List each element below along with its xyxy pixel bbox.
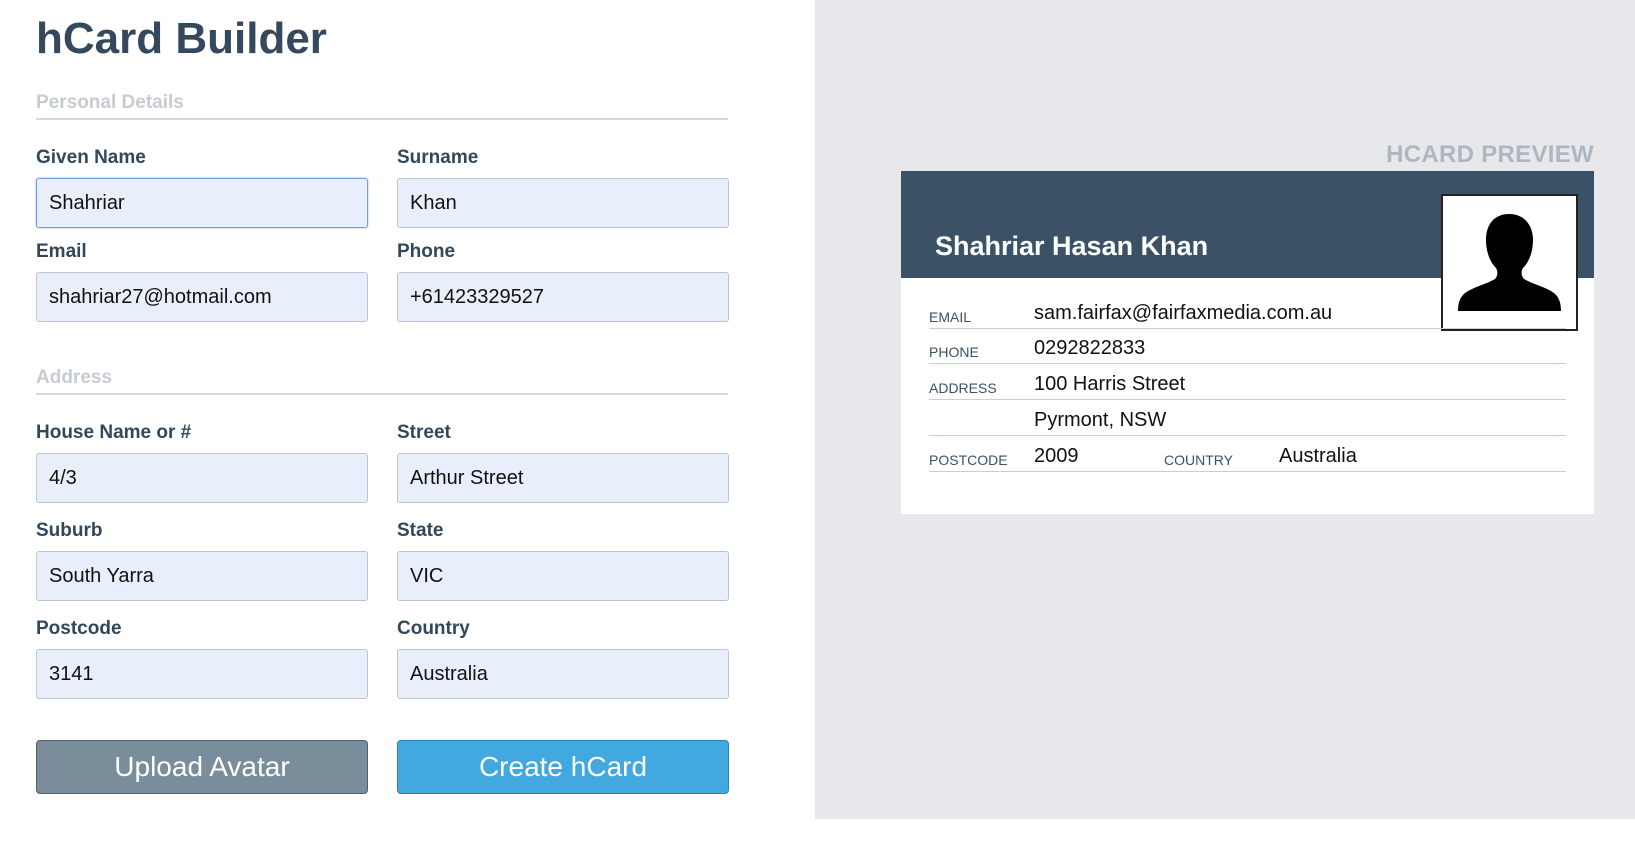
hcard: Shahriar Hasan Khan EMAIL sam.fairfax@fa… (901, 171, 1594, 514)
section-personal-details: Personal Details (36, 92, 728, 120)
postcode-input[interactable] (36, 649, 368, 699)
hcard-postcode-value: 2009 (1034, 445, 1079, 467)
hcard-phone-row: PHONE 0292822833 (929, 328, 1566, 364)
phone-group: Phone (397, 240, 729, 322)
hcard-phone-value: 0292822833 (1034, 337, 1146, 359)
hcard-full-name: Shahriar Hasan Khan (935, 231, 1209, 261)
given-name-label: Given Name (36, 147, 146, 168)
upload-avatar-button[interactable]: Upload Avatar (36, 740, 368, 794)
hcard-email-value: sam.fairfax@fairfaxmedia.com.au (1034, 302, 1333, 324)
section-address: Address (36, 367, 728, 395)
country-label: Country (397, 618, 470, 639)
hcard-email-row: EMAIL sam.fairfax@fairfaxmedia.com.au (929, 293, 1566, 329)
page-title: hCard Builder (36, 14, 327, 63)
preview-heading: HCARD PREVIEW (1386, 141, 1594, 168)
hcard-postcode-key: POSTCODE (929, 452, 1008, 468)
email-group: Email (36, 240, 368, 322)
hcard-address-row: ADDRESS 100 Harris Street (929, 364, 1566, 400)
hcard-postcode-country-row: POSTCODE 2009 COUNTRY Australia (929, 436, 1566, 472)
house-label: House Name or # (36, 422, 192, 443)
postcode-group: Postcode (36, 617, 368, 699)
hcard-address-row-2: Pyrmont, NSW (929, 400, 1566, 436)
state-input[interactable] (397, 551, 729, 601)
hcard-address-line1: 100 Harris Street (1034, 373, 1186, 395)
phone-input[interactable] (397, 272, 729, 322)
street-input[interactable] (397, 453, 729, 503)
hcard-builder-form: hCard Builder Personal Details Given Nam… (0, 0, 815, 855)
hcard-address-key: ADDRESS (929, 380, 997, 396)
hcard-preview-pane: HCARD PREVIEW Shahriar Hasan Khan EMAIL … (815, 0, 1635, 819)
street-label: Street (397, 422, 451, 443)
surname-input[interactable] (397, 178, 729, 228)
house-group: House Name or # (36, 421, 368, 503)
suburb-label: Suburb (36, 520, 103, 541)
country-input[interactable] (397, 649, 729, 699)
suburb-group: Suburb (36, 519, 368, 601)
house-input[interactable] (36, 453, 368, 503)
email-input[interactable] (36, 272, 368, 322)
hcard-email-key: EMAIL (929, 309, 972, 325)
hcard-country-key: COUNTRY (1164, 452, 1233, 468)
hcard-address-line2: Pyrmont, NSW (1034, 409, 1167, 431)
surname-label: Surname (397, 147, 479, 168)
postcode-label: Postcode (36, 618, 122, 639)
state-group: State (397, 519, 729, 601)
suburb-input[interactable] (36, 551, 368, 601)
given-name-group: Given Name (36, 146, 368, 228)
email-label: Email (36, 241, 87, 262)
state-label: State (397, 520, 444, 541)
create-hcard-button[interactable]: Create hCard (397, 740, 729, 794)
hcard-phone-key: PHONE (929, 344, 979, 360)
surname-group: Surname (397, 146, 729, 228)
given-name-input[interactable] (36, 178, 368, 228)
street-group: Street (397, 421, 729, 503)
phone-label: Phone (397, 241, 456, 262)
hcard-country-value: Australia (1279, 445, 1357, 467)
country-group: Country (397, 617, 729, 699)
